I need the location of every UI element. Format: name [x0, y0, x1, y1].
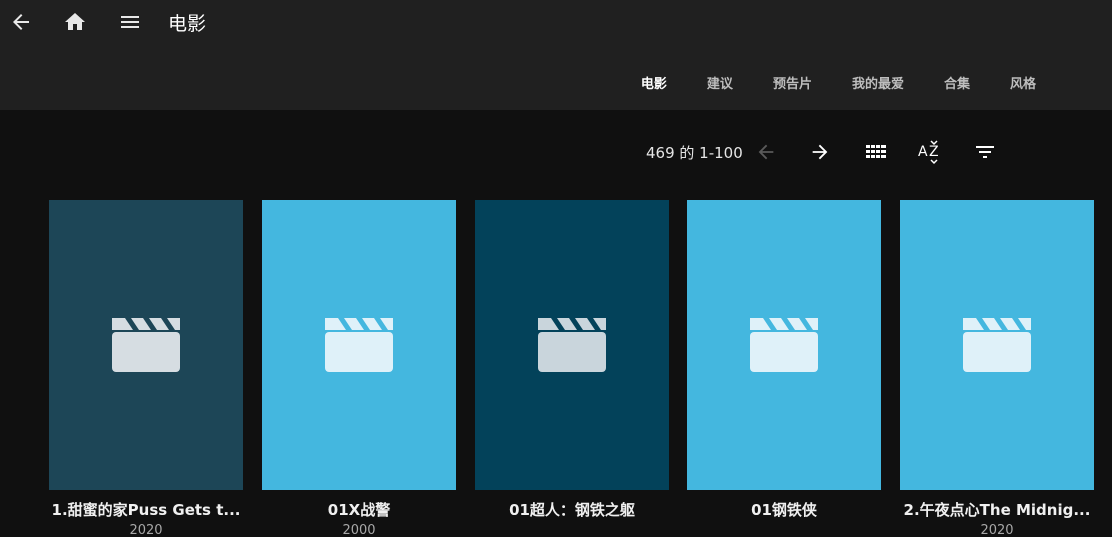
tab-genres[interactable]: 风格 [990, 73, 1036, 92]
sort-button[interactable]: A Z [914, 136, 946, 168]
clapperboard-icon [112, 318, 180, 372]
movie-year: 2020 [980, 523, 1014, 537]
movie-title[interactable]: 01钢铁侠 [687, 499, 881, 520]
view-mode-button[interactable] [860, 136, 892, 168]
arrow-right-icon [812, 144, 828, 160]
movie-year: 2000 [342, 523, 376, 537]
grid-view-icon [866, 145, 886, 158]
movie-poster[interactable] [475, 200, 669, 490]
movie-title[interactable]: 1.甜蜜的家Puss Gets t... [49, 499, 243, 520]
back-button[interactable] [5, 6, 37, 38]
movie-card[interactable]: 1.甜蜜的家Puss Gets t... 2020 [49, 200, 243, 537]
tab-suggestions[interactable]: 建议 [687, 73, 753, 92]
clapperboard-icon [963, 318, 1031, 372]
movie-card[interactable]: 01钢铁侠 [687, 200, 881, 523]
svg-text:A: A [918, 144, 928, 160]
movie-card[interactable]: 01X战警 2000 [262, 200, 456, 537]
page-title: 电影 [168, 13, 207, 35]
tab-trailers[interactable]: 预告片 [753, 73, 832, 92]
movie-poster[interactable] [49, 200, 243, 490]
paging-text: 469 的 1-100 [646, 144, 743, 162]
arrow-left-icon [13, 14, 29, 30]
svg-text:Z: Z [929, 144, 939, 160]
home-icon [65, 13, 85, 30]
arrow-left-icon [758, 144, 774, 160]
clapperboard-icon [325, 318, 393, 372]
movie-card[interactable]: 2.午夜点心The Midnig... 2020 [900, 200, 1094, 537]
library-toolbar: 469 的 1-100 A Z [0, 130, 1112, 174]
movie-poster[interactable] [262, 200, 456, 490]
movie-title[interactable]: 2.午夜点心The Midnig... [900, 499, 1094, 520]
movie-title[interactable]: 01X战警 [262, 499, 456, 520]
tab-favorites[interactable]: 我的最爱 [832, 73, 924, 92]
filter-icon [976, 146, 994, 158]
movie-poster[interactable] [687, 200, 881, 490]
movie-card[interactable]: 01超人：钢铁之躯 [475, 200, 669, 523]
filter-button[interactable] [969, 136, 1001, 168]
tab-bar: 电影 建议 预告片 我的最爱 合集 风格 [621, 73, 1036, 92]
clapperboard-icon [750, 318, 818, 372]
movie-year: 2020 [129, 523, 163, 537]
next-page-button[interactable] [804, 136, 836, 168]
previous-page-button[interactable] [750, 136, 782, 168]
movie-title[interactable]: 01超人：钢铁之躯 [475, 499, 669, 520]
home-button[interactable] [59, 6, 91, 38]
tab-movies[interactable]: 电影 [621, 73, 687, 92]
clapperboard-icon [538, 318, 606, 372]
menu-button[interactable] [114, 6, 146, 38]
hamburger-menu-icon [121, 16, 139, 28]
sort-az-icon: A Z [918, 140, 939, 165]
tab-collections[interactable]: 合集 [924, 73, 990, 92]
header-bar: 电影 电影 建议 预告片 我的最爱 合集 风格 [0, 0, 1112, 110]
movie-poster[interactable] [900, 200, 1094, 490]
